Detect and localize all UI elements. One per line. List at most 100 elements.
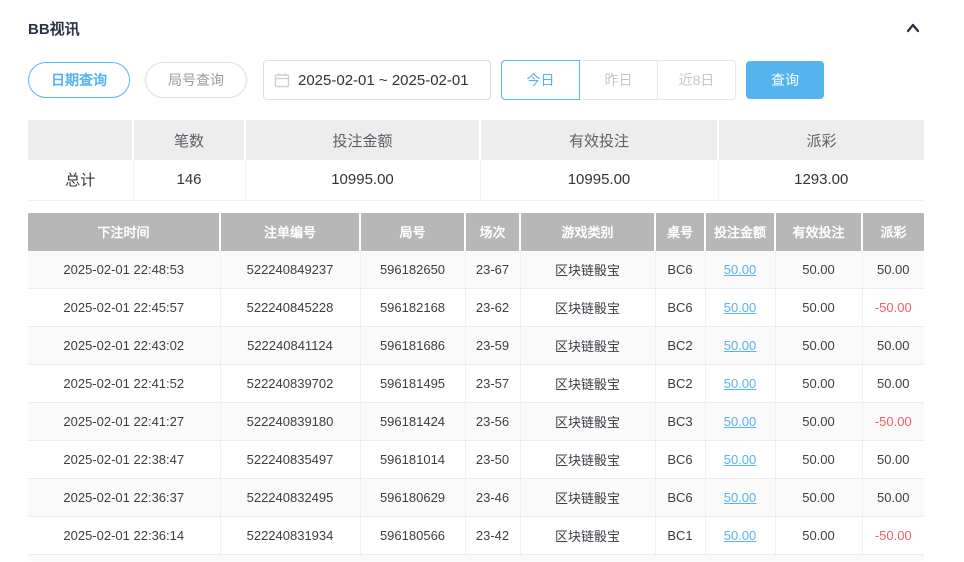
cell-order-no: 522240835497 — [220, 441, 360, 479]
calendar-icon — [274, 72, 290, 88]
chevron-up-icon[interactable] — [902, 17, 924, 39]
column-header-session: 场次 — [465, 213, 520, 251]
bet-amount-link[interactable]: 50.00 — [724, 300, 757, 315]
cell-order-no: 522240841124 — [220, 327, 360, 365]
cell-game-type: 区块链骰宝 — [520, 479, 655, 517]
bet-amount-link[interactable]: 50.00 — [724, 262, 757, 277]
cell-valid-bet: 50.00 — [775, 479, 862, 517]
cell-game-type: 区块链骰宝 — [520, 365, 655, 403]
summary-col-valid-bet: 有效投注 — [480, 120, 718, 160]
cell-table-no: BC6 — [655, 289, 705, 327]
cell-bet-time: 2025-02-01 22:38:47 — [28, 441, 220, 479]
quick-range-today[interactable]: 今日 — [501, 60, 580, 100]
table-row: 2025-02-01 22:43:02522240841124596181686… — [28, 327, 924, 365]
bet-record-panel: BB视讯 日期查询 局号查询 2025-02-01 ~ 2025-02-01 今… — [0, 0, 964, 562]
column-header-payout: 派彩 — [862, 213, 924, 251]
record-header-row: 下注时间注单编号局号场次游戏类别桌号投注金额有效投注派彩 — [28, 213, 924, 251]
bet-amount-link[interactable]: 50.00 — [724, 414, 757, 429]
cell-session: 23-67 — [465, 251, 520, 289]
cell-valid-bet: 50.00 — [775, 517, 862, 555]
column-header-order-no: 注单编号 — [220, 213, 360, 251]
cell-order-no: 522240839702 — [220, 365, 360, 403]
cell-bet-amount: 50.00 — [705, 289, 775, 327]
table-row: 2025-02-01 22:36:14522240831934596180566… — [28, 517, 924, 555]
summary-total-label: 总计 — [28, 160, 133, 200]
column-header-table-no: 桌号 — [655, 213, 705, 251]
table-row: 2025-02-01 22:41:52522240839702596181495… — [28, 365, 924, 403]
table-row: 2025-02-01 22:45:57522240845228596182168… — [28, 289, 924, 327]
column-header-game-type: 游戏类别 — [520, 213, 655, 251]
cell-round-no: 596181014 — [360, 441, 465, 479]
cell-bet-amount: 50.00 — [705, 251, 775, 289]
cell-bet-time: 2025-02-01 22:41:27 — [28, 403, 220, 441]
cell-bet-time: 2025-02-01 22:43:02 — [28, 327, 220, 365]
cell-table-no: BC6 — [655, 251, 705, 289]
bet-amount-link[interactable]: 50.00 — [724, 528, 757, 543]
cell-order-no: 522240831934 — [220, 517, 360, 555]
filter-bar: 日期查询 局号查询 2025-02-01 ~ 2025-02-01 今日 昨日 … — [28, 60, 924, 100]
summary-bet-count: 146 — [133, 160, 245, 200]
cell-session: 23-46 — [465, 479, 520, 517]
summary-col-bet-amount: 投注金额 — [245, 120, 480, 160]
cell-game-type: 区块链骰宝 — [520, 327, 655, 365]
cell-valid-bet: 50.00 — [775, 289, 862, 327]
cell-bet-time: 2025-02-01 22:36:14 — [28, 517, 220, 555]
tab-round-query[interactable]: 局号查询 — [145, 62, 247, 98]
cell-bet-time: 2025-02-01 22:36:37 — [28, 479, 220, 517]
cell-valid-bet: 50.00 — [775, 251, 862, 289]
cell-game-type: 区块链骰宝 — [520, 441, 655, 479]
cell-round-no: 596181495 — [360, 365, 465, 403]
cell-bet-amount: 50.00 — [705, 517, 775, 555]
column-header-round-no: 局号 — [360, 213, 465, 251]
cell-round-no: 596181424 — [360, 403, 465, 441]
column-header-bet-time: 下注时间 — [28, 213, 220, 251]
cell-payout: 50.00 — [862, 365, 924, 403]
tab-date-query[interactable]: 日期查询 — [28, 62, 130, 98]
cell-payout: -50.00 — [862, 289, 924, 327]
cell-order-no: 522240849237 — [220, 251, 360, 289]
summary-bet-amount: 10995.00 — [245, 160, 480, 200]
quick-range-last8days[interactable]: 近8日 — [657, 60, 736, 100]
cell-valid-bet: 50.00 — [775, 327, 862, 365]
cell-bet-amount: 50.00 — [705, 365, 775, 403]
search-button[interactable]: 查询 — [746, 61, 824, 99]
cell-session: 23-57 — [465, 365, 520, 403]
cell-order-no: 522240845228 — [220, 289, 360, 327]
clipped-next-row — [28, 555, 924, 561]
cell-payout: 50.00 — [862, 441, 924, 479]
bet-amount-link[interactable]: 50.00 — [724, 452, 757, 467]
cell-bet-amount: 50.00 — [705, 479, 775, 517]
cell-bet-amount: 50.00 — [705, 441, 775, 479]
summary-col-blank — [28, 120, 133, 160]
quick-range-yesterday[interactable]: 昨日 — [579, 60, 658, 100]
cell-valid-bet: 50.00 — [775, 403, 862, 441]
cell-payout: -50.00 — [862, 403, 924, 441]
cell-payout: 50.00 — [862, 251, 924, 289]
cell-session: 23-56 — [465, 403, 520, 441]
cell-order-no: 522240839180 — [220, 403, 360, 441]
date-range-value: 2025-02-01 ~ 2025-02-01 — [298, 72, 469, 89]
cell-table-no: BC3 — [655, 403, 705, 441]
cell-payout: 50.00 — [862, 327, 924, 365]
cell-bet-amount: 50.00 — [705, 327, 775, 365]
cell-valid-bet: 50.00 — [775, 365, 862, 403]
date-range-input[interactable]: 2025-02-01 ~ 2025-02-01 — [263, 60, 491, 100]
bet-amount-link[interactable]: 50.00 — [724, 376, 757, 391]
cell-session: 23-62 — [465, 289, 520, 327]
cell-table-no: BC2 — [655, 365, 705, 403]
bet-amount-link[interactable]: 50.00 — [724, 490, 757, 505]
panel-header: BB视讯 — [28, 14, 924, 42]
cell-game-type: 区块链骰宝 — [520, 251, 655, 289]
table-row: 2025-02-01 22:48:53522240849237596182650… — [28, 251, 924, 289]
cell-round-no: 596182650 — [360, 251, 465, 289]
summary-table: 笔数 投注金额 有效投注 派彩 总计 146 10995.00 10995.00… — [28, 120, 924, 201]
bet-amount-link[interactable]: 50.00 — [724, 338, 757, 353]
summary-payout: 1293.00 — [718, 160, 924, 200]
cell-session: 23-42 — [465, 517, 520, 555]
cell-game-type: 区块链骰宝 — [520, 289, 655, 327]
table-row: 2025-02-01 22:38:47522240835497596181014… — [28, 441, 924, 479]
summary-valid-bet: 10995.00 — [480, 160, 718, 200]
column-header-valid-bet: 有效投注 — [775, 213, 862, 251]
cell-table-no: BC6 — [655, 441, 705, 479]
cell-table-no: BC1 — [655, 517, 705, 555]
